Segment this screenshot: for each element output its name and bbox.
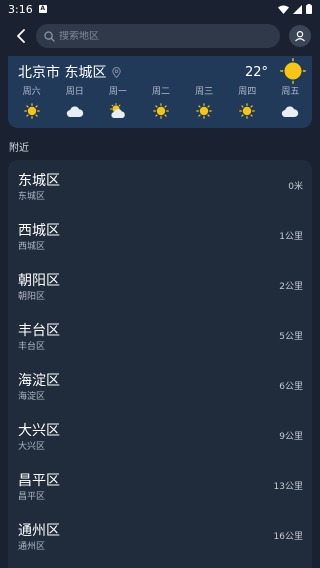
nearby-list-item[interactable]: 海淀区 海淀区 6公里 [8,360,312,410]
district-subtitle: 海淀区 [18,392,46,402]
wifi-icon [278,5,289,14]
district-subtitle: 通州区 [18,542,46,552]
district-distance: 6公里 [279,382,303,392]
district-name: 东城区 [18,173,60,189]
nearby-list-item[interactable]: 西城区 西城区 1公里 [8,210,312,260]
app-notification-icon: A [38,5,47,13]
signal-icon [293,4,302,14]
search-icon [44,30,55,42]
sun-icon [153,102,169,120]
district-subtitle: 昌平区 [18,492,46,502]
district-distance: 0米 [288,182,303,192]
district-subtitle: 西城区 [18,242,46,252]
nearby-list-item[interactable]: 东城区 东城区 0米 [8,160,312,210]
forecast-day-label: 周三 [195,87,214,97]
nearby-list: 东城区 东城区 0米 西城区 西城区 1公里 朝阳区 朝阳区 2公里 丰台区 丰台区 5公里 海淀区 海淀… [8,160,312,568]
location-pin-icon [112,66,122,78]
district-name: 丰台区 [18,323,60,339]
partly-cloudy-icon [109,102,127,120]
district-distance: 1公里 [279,232,303,242]
district-distance: 13公里 [273,482,303,492]
forecast-day: 周二 [139,84,182,120]
district-name: 昌平区 [18,473,60,489]
sun-icon [196,102,212,120]
district-name: 大兴区 [18,423,60,439]
district-distance: 5公里 [279,332,303,342]
district-distance: 16公里 [273,532,303,542]
district-distance: 9公里 [279,432,303,442]
forecast-day-label: 周四 [238,87,257,97]
forecast-day: 周五 [269,84,312,120]
district-name: 通州区 [18,523,60,539]
current-city: 北京市 东城区 [18,62,122,82]
forecast-day: 周一 [96,84,139,120]
district-subtitle: 丰台区 [18,342,46,352]
nearby-list-item[interactable]: 昌平区 昌平区 13公里 [8,460,312,510]
status-bar: 3:16 A [0,0,320,18]
top-bar [0,20,320,52]
forecast-day: 周三 [183,84,226,120]
sun-icon [280,58,306,84]
district-name: 朝阳区 [18,273,60,289]
current-weather-card[interactable]: 北京市 东城区 22° 周六 周日 周一 周二 周三 周四 周五 [8,56,312,128]
forecast-day-label: 周六 [22,87,41,97]
cloud-icon [281,102,299,120]
district-subtitle: 东城区 [18,192,46,202]
forecast-day-label: 周二 [151,87,170,97]
forecast-day-label: 周日 [65,87,84,97]
district-name: 海淀区 [18,373,60,389]
district-name: 西城区 [18,223,60,239]
sun-icon [239,102,256,120]
district-distance: 2公里 [279,282,303,292]
status-time: 3:16 [8,2,33,16]
nearby-list-item[interactable]: 朝阳区 朝阳区 2公里 [8,260,312,310]
search-input[interactable] [59,30,259,42]
nearby-list-item[interactable]: 大兴区 大兴区 9公里 [8,410,312,460]
nearby-section-label: 附近 [9,143,29,154]
location-person-icon [295,30,305,42]
back-arrow-icon [17,29,25,43]
back-button[interactable] [6,21,36,51]
forecast-day-label: 周五 [281,87,300,97]
current-temperature: 22° [244,65,268,80]
forecast-day: 周四 [226,84,269,120]
district-subtitle: 朝阳区 [18,292,46,302]
forecast-day: 周日 [53,84,96,120]
current-city-name: 北京市 东城区 [18,65,107,81]
battery-icon [306,4,312,14]
forecast-row: 周六 周日 周一 周二 周三 周四 周五 [10,84,312,120]
sun-icon [23,102,40,120]
search-box[interactable] [36,24,280,48]
locate-button[interactable] [289,25,311,47]
forecast-day-label: 周一 [108,87,127,97]
forecast-day: 周六 [10,84,53,120]
nearby-list-item[interactable]: 丰台区 丰台区 5公里 [8,310,312,360]
district-subtitle: 大兴区 [18,442,46,452]
nearby-list-item[interactable]: 通州区 通州区 16公里 [8,510,312,560]
cloud-icon [66,102,84,120]
